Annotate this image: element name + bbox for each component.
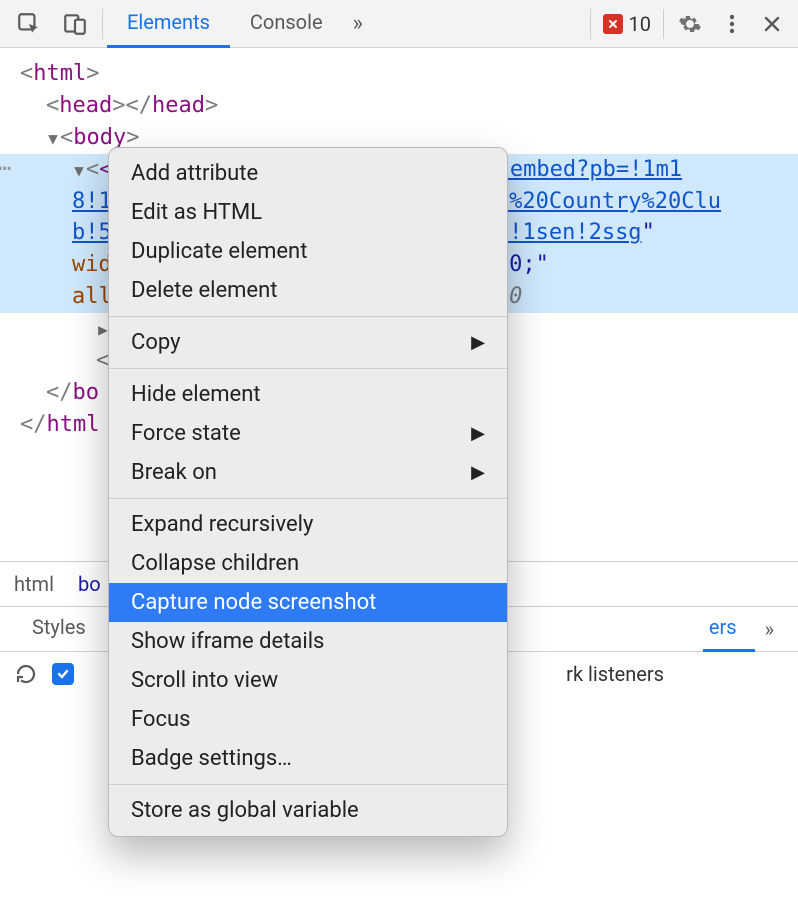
menu-capture-node-screenshot[interactable]: Capture node screenshot [109,583,507,622]
errors-badge[interactable]: 10 [595,10,659,38]
chevron-right-icon: ▶ [471,423,485,444]
menu-delete-element[interactable]: Delete element [109,271,507,310]
kebab-menu-icon[interactable] [712,0,752,48]
menu-duplicate-element[interactable]: Duplicate element [109,232,507,271]
errors-count: 10 [629,12,651,36]
framework-listeners-label: rk listeners [566,662,664,686]
tab-console[interactable]: Console [230,0,343,48]
menu-break-on[interactable]: Break on▶ [109,453,507,492]
error-icon [603,14,623,34]
device-toggle-icon[interactable] [52,0,98,48]
menu-expand-recursively[interactable]: Expand recursively [109,505,507,544]
menu-edit-as-html[interactable]: Edit as HTML [109,193,507,232]
menu-badge-settings[interactable]: Badge settings… [109,739,507,778]
menu-focus[interactable]: Focus [109,700,507,739]
overflow-ellipsis-icon: … [0,148,13,180]
chevron-right-icon: ▶ [471,462,485,483]
toolbar-separator [590,9,591,39]
more-tabs-icon[interactable]: » [343,0,373,48]
subtab-styles[interactable]: Styles [14,606,104,652]
menu-force-state[interactable]: Force state▶ [109,414,507,453]
close-devtools-icon[interactable] [752,0,792,48]
menu-add-attribute[interactable]: Add attribute [109,154,507,193]
dom-node-html[interactable]: <html> [0,58,798,90]
menu-store-as-global[interactable]: Store as global variable [109,791,507,830]
toolbar-separator [663,9,664,39]
menu-copy[interactable]: Copy▶ [109,323,507,362]
context-menu: Add attribute Edit as HTML Duplicate ele… [108,147,508,837]
subtab-event-listeners[interactable]: ers [703,606,755,652]
ancestors-checkbox[interactable] [52,663,74,685]
panel-tabs: Elements Console » [107,0,373,48]
inspect-element-icon[interactable] [6,0,52,48]
chevron-right-icon: ▶ [471,332,485,353]
menu-hide-element[interactable]: Hide element [109,375,507,414]
dom-node-head[interactable]: <head></head> [0,90,798,122]
crumb-html[interactable]: html [14,572,54,596]
menu-collapse-children[interactable]: Collapse children [109,544,507,583]
refresh-icon[interactable] [14,662,38,686]
more-subtabs-icon[interactable]: » [755,617,784,641]
menu-scroll-into-view[interactable]: Scroll into view [109,661,507,700]
devtools-toolbar: Elements Console » 10 [0,0,798,48]
tab-elements[interactable]: Elements [107,0,230,48]
crumb-body[interactable]: bo [78,572,101,596]
settings-gear-icon[interactable] [668,0,712,48]
menu-show-iframe-details[interactable]: Show iframe details [109,622,507,661]
toolbar-separator [102,9,103,39]
